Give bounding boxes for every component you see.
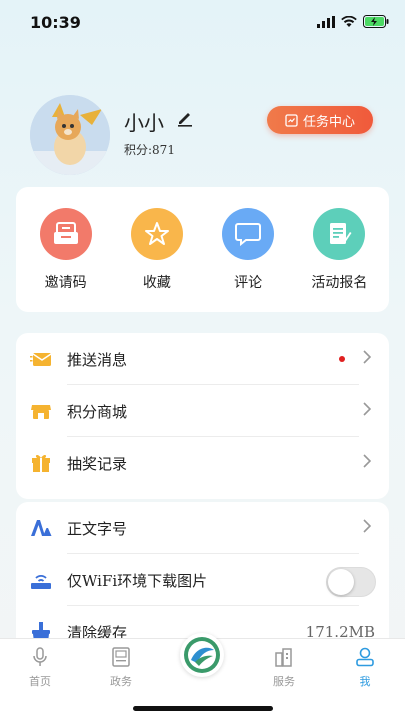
gift-icon [32, 454, 50, 472]
chevron-right-icon [363, 402, 371, 416]
quick-action-label: 活动报名 [311, 274, 368, 291]
mail-icon [30, 353, 52, 366]
menu-item-font-size[interactable]: 正文字号 [16, 502, 389, 554]
menu-item-push-messages[interactable]: 推送消息 [16, 333, 389, 385]
tab-me[interactable]: 我 [335, 647, 395, 689]
user-icon [356, 647, 374, 667]
task-center-button[interactable]: 任务中心 [267, 106, 373, 134]
menu-card-settings: 正文字号 仅WiFi环境下载图片 清除缓存 171.2MB [16, 502, 389, 652]
profile-header: 小小 积分:871 任务中心 [30, 95, 390, 175]
chevron-right-icon [363, 519, 371, 533]
quick-action-invite[interactable]: 邀请码 [21, 207, 111, 292]
tab-services[interactable]: 服务 [254, 647, 314, 689]
quick-actions-card: 邀请码 收藏 评论 活动报名 [16, 187, 389, 312]
star-icon [130, 207, 183, 260]
tab-label: 政务 [110, 675, 132, 688]
status-time: 10:39 [30, 13, 81, 32]
status-icons [317, 15, 389, 28]
menu-item-wifi-only-images: 仅WiFi环境下载图片 [16, 554, 389, 606]
status-bar: 10:39 [0, 0, 405, 46]
home-indicator [133, 706, 273, 711]
shop-icon [31, 405, 51, 419]
invite-icon [39, 207, 92, 260]
chevron-right-icon [363, 350, 371, 364]
menu-item-lottery-records[interactable]: 抽奖记录 [16, 437, 389, 489]
microphone-icon [33, 647, 47, 666]
app-logo-icon [184, 637, 220, 673]
edit-icon[interactable] [176, 109, 194, 127]
tab-government[interactable]: 政务 [91, 647, 151, 689]
tab-label: 服务 [273, 675, 295, 688]
quick-action-label: 评论 [234, 274, 263, 291]
quick-action-label: 邀请码 [44, 274, 87, 291]
menu-item-label: 抽奖记录 [67, 454, 128, 473]
chevron-right-icon [363, 454, 371, 468]
task-icon [285, 113, 298, 127]
comment-icon [222, 207, 275, 260]
center-logo-button[interactable] [180, 633, 224, 677]
points-text: 积分:871 [124, 143, 175, 157]
username: 小小 [124, 111, 164, 135]
quick-action-comment[interactable]: 评论 [203, 207, 293, 292]
menu-item-label: 积分商城 [67, 402, 128, 421]
quick-action-favorite[interactable]: 收藏 [112, 207, 202, 292]
tab-home[interactable]: 首页 [10, 647, 70, 689]
wifi-router-icon [31, 575, 51, 589]
task-center-label: 任务中心 [302, 114, 355, 130]
quick-action-signup[interactable]: 活动报名 [294, 207, 384, 292]
menu-card-activity: 推送消息 积分商城 抽奖记录 [16, 333, 389, 499]
wifi-icon [341, 15, 357, 27]
document-icon [112, 647, 130, 667]
tab-label: 首页 [29, 675, 51, 688]
signal-icon [317, 15, 335, 28]
signup-icon [313, 207, 366, 260]
menu-item-label: 正文字号 [67, 519, 128, 538]
avatar[interactable] [30, 95, 110, 175]
menu-item-label: 仅WiFi环境下载图片 [67, 571, 208, 590]
avatar-cat-image [30, 95, 110, 175]
quick-action-label: 收藏 [142, 274, 171, 291]
menu-item-label: 推送消息 [67, 350, 128, 369]
battery-charging-icon [363, 15, 389, 28]
tab-label: 我 [359, 675, 371, 688]
menu-item-points-mall[interactable]: 积分商城 [16, 385, 389, 437]
wifi-only-toggle[interactable] [326, 567, 376, 597]
buildings-icon [275, 648, 292, 667]
unread-dot [339, 356, 345, 362]
font-size-icon [31, 520, 52, 536]
